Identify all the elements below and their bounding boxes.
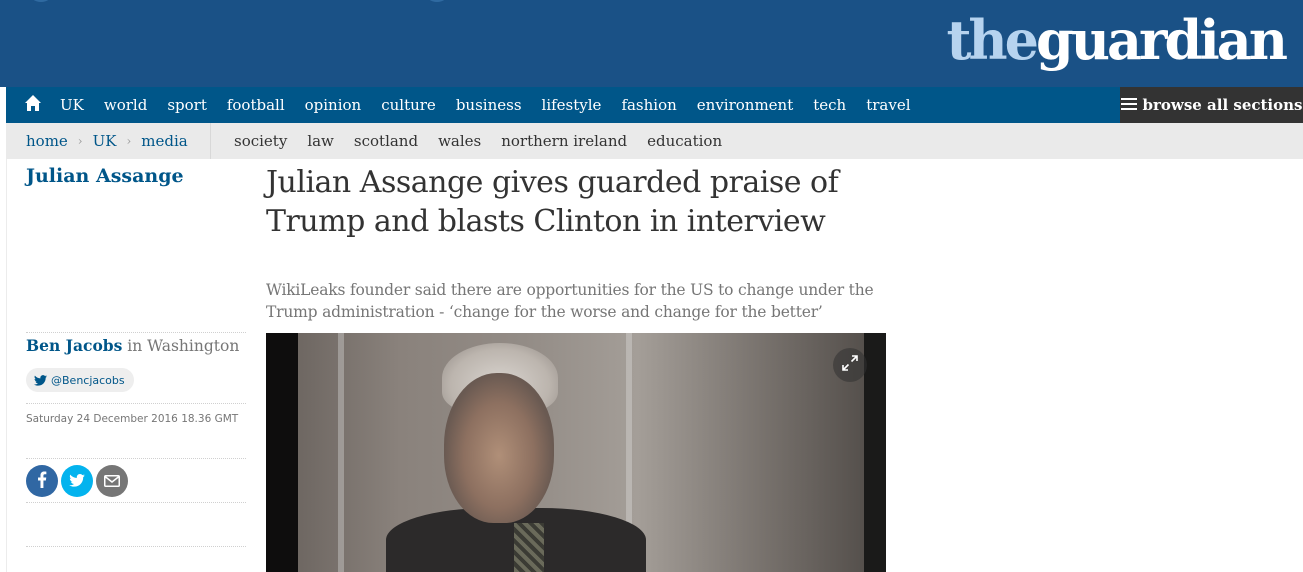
nav-item-culture[interactable]: culture [371,87,446,123]
decorative-ring [426,0,448,2]
left-rule [6,159,7,572]
share-email-button[interactable] [96,465,128,497]
sub-nav-items: society law scotland wales northern irel… [211,132,742,150]
article-main-image[interactable] [266,333,886,572]
nav-item-football[interactable]: football [217,87,295,123]
sub-nav-wales[interactable]: wales [438,132,481,150]
nav-item-travel[interactable]: travel [856,87,920,123]
logo-the: the [946,8,1039,72]
sub-nav-society[interactable]: society [234,132,287,150]
primary-nav: UK world sport football opinion culture … [6,87,1303,123]
browse-all-sections-button[interactable]: browse all sections [1120,87,1303,123]
breadcrumb-home[interactable]: home [26,132,68,150]
guardian-logo[interactable]: theguardian [946,6,1288,74]
nav-item-environment[interactable]: environment [687,87,803,123]
nav-item-opinion[interactable]: opinion [295,87,372,123]
sub-nav-northern-ireland[interactable]: northern ireland [501,132,627,150]
sub-nav-scotland[interactable]: scotland [354,132,418,150]
nav-item-tech[interactable]: tech [803,87,856,123]
twitter-handle: @Bencjacobs [51,373,125,387]
divider [26,546,246,547]
masthead: theguardian [0,0,1303,87]
breadcrumb: home › UK › media [6,123,211,159]
breadcrumb-uk[interactable]: UK [93,132,117,150]
window-frame-right [864,333,886,572]
divider [26,458,246,459]
logo-guardian: guardian [1036,8,1288,72]
twitter-follow-button[interactable]: @Bencjacobs [26,368,134,392]
author-location: in Washington [122,337,240,355]
window-frame-left [266,333,298,572]
sub-nav-law[interactable]: law [307,132,334,150]
author-link[interactable]: Ben Jacobs [26,336,122,355]
expand-image-button[interactable] [833,348,867,382]
sub-nav: home › UK › media society law scotland w… [6,123,1303,159]
twitter-bird-icon [34,371,47,390]
subject-face [444,373,554,523]
nav-item-lifestyle[interactable]: lifestyle [532,87,612,123]
twitter-icon [69,472,85,491]
window-reflection [338,333,344,572]
subject-tie [514,523,544,572]
nav-item-business[interactable]: business [446,87,532,123]
nav-item-world[interactable]: world [94,87,157,123]
email-icon [104,472,120,491]
standfirst: WikiLeaks founder said there are opportu… [266,281,874,321]
nav-item-uk[interactable]: UK [60,87,94,123]
nav-item-fashion[interactable]: fashion [611,87,686,123]
breadcrumb-separator: › [126,134,132,148]
decorative-ring [30,0,52,2]
breadcrumb-media[interactable]: media [141,132,187,150]
divider [26,403,246,404]
facebook-icon [37,470,47,492]
share-facebook-button[interactable] [26,465,58,497]
browse-all-sections-label: browse all sections [1142,96,1303,114]
home-icon [24,94,42,116]
divider [26,502,246,503]
dateline: Saturday 24 December 2016 18.36 GMT [26,413,239,425]
section-title[interactable]: Julian Assange [26,163,184,189]
divider [26,332,246,333]
headline: Julian Assange gives guarded praise of T… [266,165,839,239]
byline: Ben Jacobs in Washington [26,336,239,355]
nav-item-sport[interactable]: sport [157,87,217,123]
share-twitter-button[interactable] [61,465,93,497]
expand-icon [841,354,859,376]
breadcrumb-separator: › [77,134,83,148]
sub-nav-education[interactable]: education [647,132,722,150]
home-button[interactable] [6,87,60,123]
hamburger-menu-icon [1120,96,1137,114]
